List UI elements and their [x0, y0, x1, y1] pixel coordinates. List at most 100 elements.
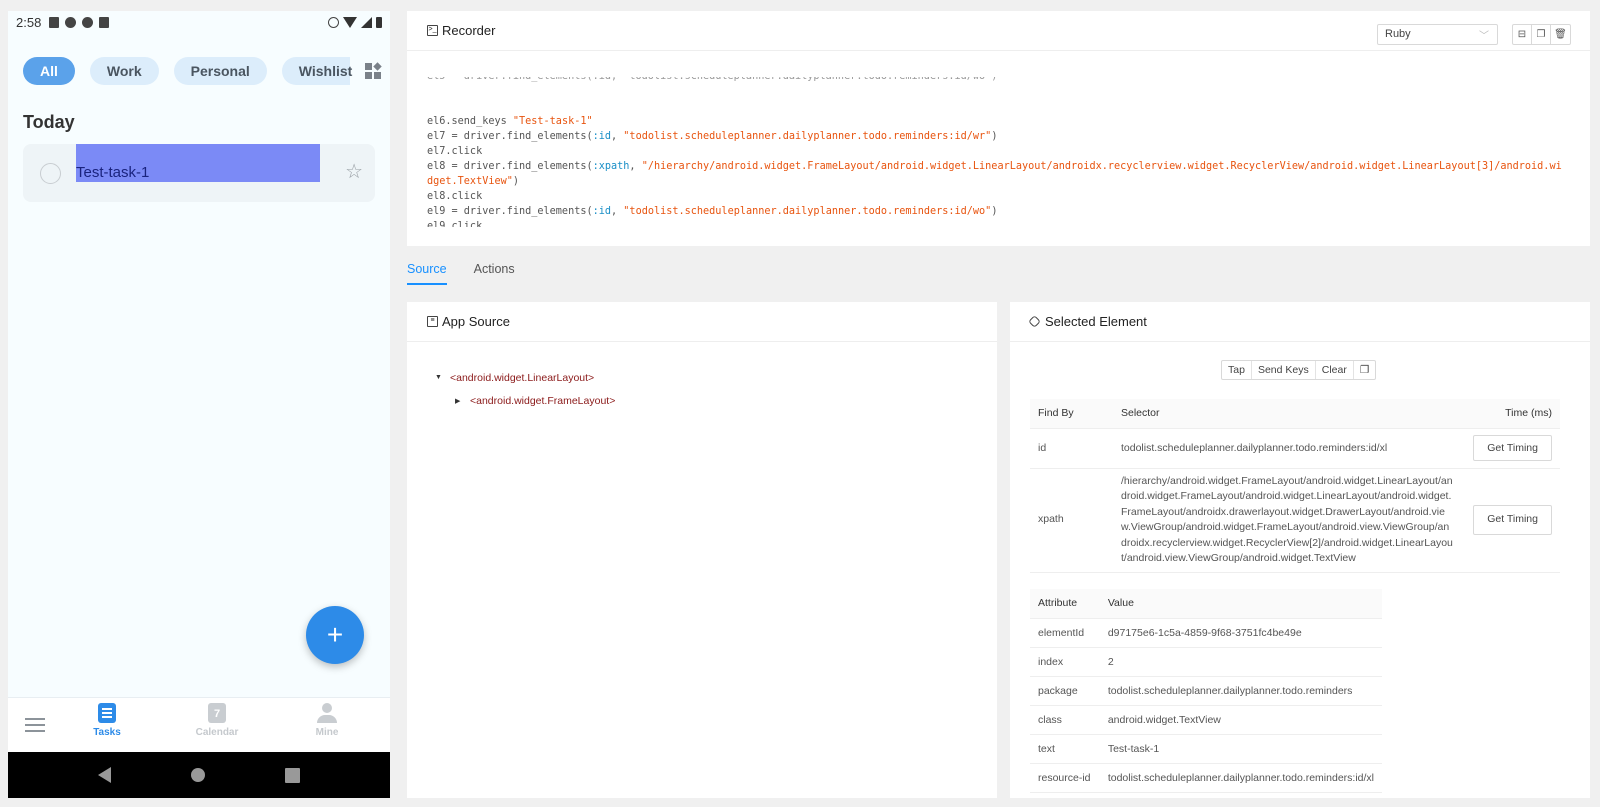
- table-row: text Test-task-1: [1030, 734, 1382, 764]
- recents-icon[interactable]: [285, 767, 300, 783]
- selected-element-header: Selected Element: [1010, 302, 1590, 342]
- code-text: ,: [611, 131, 624, 142]
- sdcard-icon: [99, 16, 110, 28]
- tree-node[interactable]: ▼ <android.widget.LinearLayout>: [435, 366, 997, 389]
- nav-label: Mine: [315, 727, 339, 738]
- nav-mine[interactable]: Mine: [292, 703, 362, 738]
- col-find-by: Find By: [1030, 399, 1113, 429]
- table-row: xpath /hierarchy/android.widget.FrameLay…: [1030, 468, 1560, 573]
- recorder-panel: >_ Recorder Ruby ﹀ ⊟ ❐ 🗑 el5 = driver.fi…: [407, 11, 1590, 246]
- recorded-code: el5 = driver.find_elements(:id, "todolis…: [427, 47, 1567, 227]
- code-line: el8.click: [427, 189, 1567, 204]
- code-text: ): [991, 131, 998, 142]
- section-title-today: Today: [23, 112, 75, 132]
- chip-personal[interactable]: Personal: [173, 57, 267, 85]
- language-select[interactable]: Ruby ﹀: [1377, 24, 1498, 45]
- get-timing-button[interactable]: Get Timing: [1473, 505, 1552, 535]
- task-item[interactable]: Test-task-1 ☆: [23, 144, 375, 202]
- code-text: el7 = driver.find_elements(: [427, 131, 593, 142]
- attribute-name: package: [1030, 676, 1100, 706]
- code-line: el6.send_keys "Test-task-1": [427, 114, 1567, 129]
- find-by-strategy: id: [1030, 428, 1113, 469]
- bottom-nav: Tasks 7 Calendar Mine: [8, 697, 390, 752]
- home-icon[interactable]: [191, 768, 205, 782]
- battery-icon: [376, 16, 382, 28]
- table-row: id todolist.scheduleplanner.dailyplanner…: [1030, 428, 1560, 469]
- code-symbol: :xpath: [592, 161, 630, 172]
- col-time: Time (ms): [1465, 399, 1560, 429]
- wifi-icon: [343, 16, 357, 28]
- menu-icon[interactable]: [25, 718, 45, 732]
- star-icon[interactable]: ☆: [345, 162, 363, 182]
- table-row: class android.widget.TextView: [1030, 705, 1382, 735]
- add-task-button[interactable]: +: [306, 606, 364, 664]
- back-icon[interactable]: [98, 767, 111, 783]
- code-line: el9 = driver.find_elements(:id, "todolis…: [427, 204, 1567, 219]
- tasks-icon: [98, 703, 116, 723]
- person-icon: [316, 703, 338, 723]
- tree-node[interactable]: ▶ <android.widget.FrameLayout>: [435, 389, 997, 412]
- selector-value: todolist.scheduleplanner.dailyplanner.to…: [1113, 428, 1466, 469]
- code-line: el7 = driver.find_elements(:id, "todolis…: [427, 129, 1567, 144]
- code-symbol: :id: [592, 206, 612, 217]
- nav-calendar[interactable]: 7 Calendar: [182, 703, 252, 738]
- code-line: el7.click: [427, 144, 1567, 159]
- language-value: Ruby: [1385, 28, 1411, 40]
- code-text: el9 = driver.find_elements(: [427, 206, 593, 217]
- trash-icon[interactable]: 🗑: [1551, 25, 1570, 44]
- category-grid-icon[interactable]: [364, 62, 382, 79]
- clear-button[interactable]: Clear: [1316, 361, 1354, 379]
- chevron-down-icon: ﹀: [1479, 31, 1489, 42]
- code-text: ,: [629, 161, 642, 172]
- copy-attributes-icon[interactable]: ❐: [1354, 361, 1375, 379]
- tap-button[interactable]: Tap: [1222, 361, 1252, 379]
- col-value: Value: [1099, 589, 1382, 619]
- code-text: ): [512, 176, 520, 187]
- caret-right-icon[interactable]: ▶: [455, 397, 470, 405]
- clock: 2:58: [16, 14, 42, 30]
- code-text: el9.click: [427, 221, 483, 227]
- code-string: "todolist.scheduleplanner.dailyplanner.t…: [623, 131, 992, 142]
- get-timing-button[interactable]: Get Timing: [1473, 435, 1552, 461]
- task-checkbox[interactable]: [40, 162, 61, 184]
- find-by-header-row: Find By Selector Time (ms): [1030, 399, 1560, 429]
- caret-down-icon[interactable]: ▼: [435, 374, 450, 381]
- code-text: el6.send_keys: [427, 116, 513, 127]
- task-title[interactable]: Test-task-1: [76, 164, 149, 181]
- code-line: el9.click: [427, 219, 1567, 227]
- terminal-icon: >_: [427, 25, 438, 36]
- news-icon: [49, 16, 60, 28]
- tree-node-label[interactable]: <android.widget.LinearLayout>: [450, 372, 594, 384]
- code-line: el8 = driver.find_elements(:xpath, "/hie…: [427, 159, 1567, 189]
- code-string: "Test-task-1": [512, 116, 593, 127]
- chip-work[interactable]: Work: [89, 57, 159, 85]
- recorder-title: Recorder: [442, 23, 496, 38]
- chip-wishlist[interactable]: Wishlist: [281, 57, 352, 85]
- code-string: "todolist.scheduleplanner.dailyplanner.t…: [623, 206, 992, 217]
- col-selector: Selector: [1113, 399, 1466, 429]
- copy-icon[interactable]: ❐: [1532, 25, 1551, 44]
- tree-node-label[interactable]: <android.widget.FrameLayout>: [470, 395, 615, 407]
- attribute-value: todolist.scheduleplanner.dailyplanner.to…: [1099, 763, 1382, 793]
- attribute-value: Test-task-1: [1099, 734, 1382, 764]
- tab-source[interactable]: Source: [407, 262, 447, 285]
- selected-element-panel: Selected Element Tap Send Keys Clear ❐ F…: [1010, 302, 1590, 798]
- pie-icon: [82, 16, 94, 28]
- table-row: resource-id todolist.scheduleplanner.dail…: [1030, 763, 1382, 793]
- chip-all[interactable]: All: [23, 57, 75, 85]
- table-row: elementId d97175e6-1c5a-4859-9f68-3751fc4…: [1030, 618, 1382, 648]
- inspector-tabs: Source Actions: [407, 262, 515, 285]
- file-icon: ≡: [427, 316, 438, 327]
- send-keys-button[interactable]: Send Keys: [1252, 361, 1316, 379]
- find-by-table: Find By Selector Time (ms) id todolist.s…: [1030, 399, 1560, 573]
- nav-tasks[interactable]: Tasks: [72, 703, 142, 738]
- tag-icon: [1028, 315, 1041, 328]
- tab-actions[interactable]: Actions: [474, 262, 515, 285]
- code-text: ,: [611, 206, 624, 217]
- attribute-name: index: [1030, 647, 1100, 677]
- toggle-boilerplate-icon[interactable]: ⊟: [1513, 25, 1532, 44]
- device-screen: 2:58 All Work Personal Wishlist Today Te…: [8, 11, 390, 798]
- code-text: el7.click: [427, 146, 483, 157]
- category-chips: All Work Personal Wishlist: [8, 33, 390, 95]
- attributes-header-row: Attribute Value: [1030, 589, 1382, 619]
